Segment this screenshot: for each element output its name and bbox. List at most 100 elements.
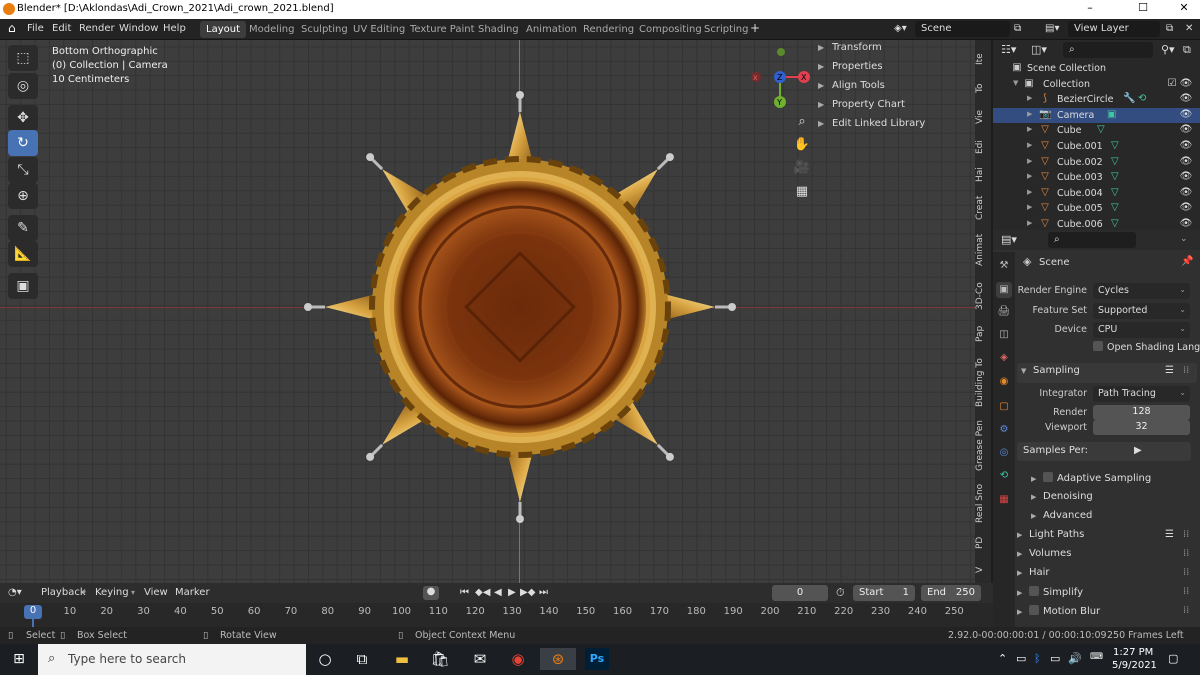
tab-shading[interactable]: Shading: [472, 21, 525, 38]
file-explorer-icon[interactable]: ▬: [390, 648, 414, 670]
outliner-item-cube-003[interactable]: ▶ ▽ Cube.003 ▽ 👁: [993, 170, 1200, 186]
feature-set-dropdown[interactable]: Supported ⌄: [1093, 303, 1190, 319]
network-icon[interactable]: ▭: [1050, 652, 1060, 665]
timeline-editor-icon[interactable]: ◔▾: [8, 587, 22, 598]
close-button[interactable]: ✕: [1174, 1, 1194, 17]
viewport-samples-field[interactable]: 32: [1093, 420, 1190, 435]
rotate-tool-icon[interactable]: ↻: [8, 130, 38, 156]
menu-edit[interactable]: Edit: [52, 23, 71, 34]
remove-view-layer-icon[interactable]: ✕: [1185, 23, 1193, 34]
drag-handle-icon[interactable]: ⁞⁞: [1183, 365, 1189, 376]
outliner-item-cube-005[interactable]: ▶ ▽ Cube.005 ▽ 👁: [993, 201, 1200, 217]
view-layer-tab-icon[interactable]: ◫: [996, 327, 1012, 343]
side-tab-item[interactable]: Ite: [975, 48, 991, 70]
display-mode-icon[interactable]: ◫▾: [1031, 43, 1047, 56]
prev-keyframe-icon[interactable]: ◆◀: [475, 587, 490, 598]
end-frame-field[interactable]: End 250: [921, 585, 981, 601]
playhead[interactable]: [32, 619, 34, 627]
outliner-item-cube[interactable]: ▶ ▽ Cube ▽ 👁: [993, 123, 1200, 139]
side-tab-grease-pencil[interactable]: Grease Pen: [975, 418, 991, 473]
visibility-eye-icon[interactable]: 👁: [1179, 78, 1193, 89]
npanel-property-chart[interactable]: ▶ Property Chart: [818, 99, 966, 118]
add-cube-tool-icon[interactable]: ▣: [8, 273, 38, 299]
visibility-eye-icon[interactable]: 👁: [1179, 171, 1193, 182]
menu-keying[interactable]: Keying: [95, 587, 129, 598]
presets-list-icon[interactable]: ☰: [1165, 529, 1174, 540]
device-dropdown[interactable]: CPU ⌄: [1093, 322, 1190, 338]
outliner-item-cube-001[interactable]: ▶ ▽ Cube.001 ▽ 👁: [993, 139, 1200, 155]
object-data-tab-icon[interactable]: ⟲: [996, 468, 1012, 484]
view-layer-icon[interactable]: ▤▾: [1045, 23, 1059, 34]
side-tab-building-tools[interactable]: Building To: [975, 355, 991, 410]
outliner-collection[interactable]: ▼ ▣ Collection ☑ 👁: [993, 77, 1200, 93]
outliner-editor-icon[interactable]: ☷▾: [1001, 43, 1016, 56]
add-workspace-icon[interactable]: +: [750, 21, 760, 35]
outliner-scene-collection[interactable]: ▣ Scene Collection: [993, 61, 1200, 77]
exclude-checkbox-icon[interactable]: ☑: [1165, 78, 1179, 89]
filter-icon[interactable]: ⚲▾: [1161, 43, 1175, 56]
render-samples-field[interactable]: 128: [1093, 405, 1190, 420]
tab-layout[interactable]: Layout: [200, 21, 246, 38]
side-tab-3d-coat[interactable]: 3D-Co: [975, 280, 991, 312]
scene-browse-icon[interactable]: ◈▾: [894, 23, 907, 34]
tab-sculpting[interactable]: Sculpting: [295, 21, 354, 38]
visibility-eye-icon[interactable]: 👁: [1179, 124, 1193, 135]
world-tab-icon[interactable]: ◉: [996, 374, 1012, 390]
advanced-subpanel[interactable]: ▶ Advanced: [1031, 510, 1200, 528]
pan-hand-icon[interactable]: ✋: [792, 135, 812, 155]
menu-marker[interactable]: Marker: [175, 587, 210, 598]
blender-menu-icon[interactable]: ⌂: [8, 21, 16, 35]
properties-editor-icon[interactable]: ▤▾: [1001, 233, 1017, 246]
menu-help[interactable]: Help: [163, 23, 186, 34]
scene-tab-icon[interactable]: ◈: [996, 350, 1012, 366]
tab-rendering[interactable]: Rendering: [577, 21, 640, 38]
view-layer-field[interactable]: View Layer: [1068, 21, 1160, 37]
tab-uv-editing[interactable]: UV Editing: [347, 21, 411, 38]
samples-per-dropdown[interactable]: Samples Per: ▶: [1017, 442, 1191, 461]
jump-end-icon[interactable]: ⏭: [539, 587, 548, 598]
menu-view[interactable]: View: [144, 587, 168, 598]
denoising-subpanel[interactable]: ▶ Denoising: [1031, 491, 1200, 509]
transform-tool-icon[interactable]: ⊕: [8, 183, 38, 209]
integrator-dropdown[interactable]: Path Tracing ⌄: [1093, 386, 1190, 402]
taskbar-search-box[interactable]: ⌕ Type here to search: [38, 644, 306, 675]
maximize-button[interactable]: ☐: [1133, 1, 1153, 17]
clock-time[interactable]: 1:27 PM: [1113, 647, 1153, 658]
store-icon[interactable]: 🛍: [428, 648, 452, 670]
visibility-eye-icon[interactable]: 👁: [1179, 218, 1193, 229]
presets-list-icon[interactable]: ☰: [1165, 365, 1174, 376]
properties-options-icon[interactable]: ⌄: [1180, 234, 1188, 244]
play-reverse-icon[interactable]: ◀: [494, 587, 502, 598]
new-collection-icon[interactable]: ⧉: [1183, 43, 1191, 57]
record-button[interactable]: ●: [423, 586, 439, 600]
outliner-search-input[interactable]: ⌕: [1063, 42, 1153, 58]
npanel-transform[interactable]: ▶ Transform: [818, 42, 966, 61]
minimize-button[interactable]: –: [1080, 1, 1100, 17]
tray-expand-icon[interactable]: ⌃: [998, 652, 1007, 665]
side-tab-hair[interactable]: Hai: [975, 164, 991, 186]
tray-device-icon[interactable]: ▭: [1016, 652, 1026, 665]
task-view-icon[interactable]: ⧉: [350, 648, 374, 670]
osl-checkbox[interactable]: Open Shading Lang...: [1093, 341, 1200, 353]
adaptive-sampling-subpanel[interactable]: ▶ Adaptive Sampling: [1031, 472, 1200, 490]
render-engine-dropdown[interactable]: Cycles ⌄: [1093, 283, 1190, 299]
grid-toggle-icon[interactable]: ▦: [792, 182, 812, 202]
outliner-item-cube-002[interactable]: ▶ ▽ Cube.002 ▽ 👁: [993, 155, 1200, 171]
language-icon[interactable]: ⌨: [1090, 652, 1103, 662]
side-tab-view[interactable]: Vie: [975, 106, 991, 128]
side-tab-pd[interactable]: PD: [975, 533, 991, 553]
navigation-gizmo[interactable]: X Z Y x: [745, 44, 820, 114]
outliner-item-cube-004[interactable]: ▶ ▽ Cube.004 ▽ 👁: [993, 186, 1200, 202]
measure-tool-icon[interactable]: 📐: [8, 241, 38, 267]
photoshop-icon[interactable]: Ps: [585, 648, 609, 670]
new-scene-icon[interactable]: ⧉: [1014, 23, 1021, 34]
npanel-edit-linked-library[interactable]: ▶ Edit Linked Library: [818, 118, 966, 137]
side-tab-edit[interactable]: Edi: [975, 136, 991, 158]
menu-window[interactable]: Window: [119, 23, 158, 34]
sampling-panel-header[interactable]: ▼ Sampling ☰ ⁞⁞: [1017, 363, 1197, 383]
next-keyframe-icon[interactable]: ▶◆: [520, 587, 535, 598]
tab-scripting[interactable]: Scripting: [698, 21, 754, 38]
menu-file[interactable]: File: [27, 23, 44, 34]
tab-texture-paint[interactable]: Texture Paint: [404, 21, 481, 38]
annotate-tool-icon[interactable]: ✎: [8, 215, 38, 241]
